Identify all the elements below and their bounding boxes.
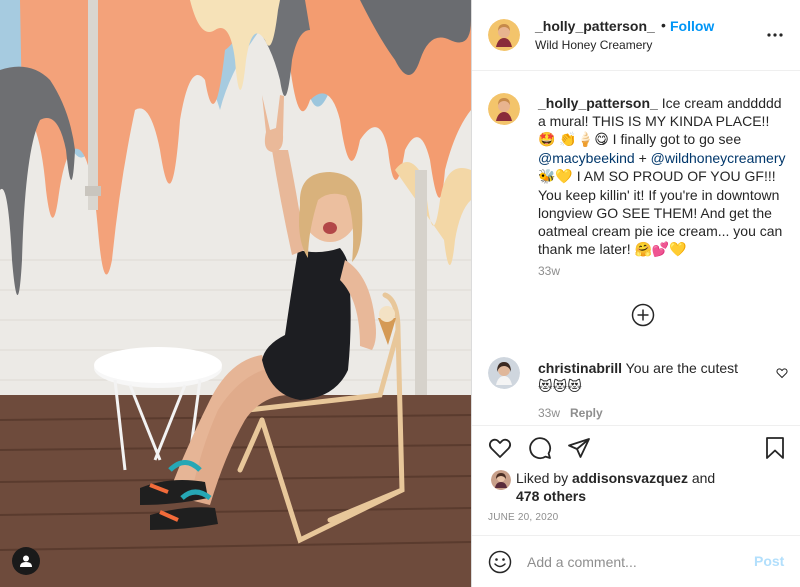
caption-emoji-2: 👏🍦😋 xyxy=(559,132,609,148)
caption-author-avatar[interactable] xyxy=(488,93,520,125)
emoji-picker-icon[interactable] xyxy=(488,550,512,574)
bookmark-icon[interactable] xyxy=(763,436,787,460)
load-more-comments-icon[interactable] xyxy=(631,303,655,327)
share-icon[interactable] xyxy=(567,436,591,460)
comment-body: christinabrill You are the cutest 😻😻😻 xyxy=(538,359,768,396)
author-username[interactable]: _holly_patterson_ xyxy=(535,18,655,34)
caption-timestamp[interactable]: 33w xyxy=(538,264,560,278)
comment-heart-icon[interactable] xyxy=(776,366,788,379)
add-comment-bar: Post xyxy=(472,535,800,587)
comment-input[interactable] xyxy=(527,550,747,574)
commenter-avatar[interactable] xyxy=(488,357,520,389)
liker-avatar[interactable] xyxy=(491,470,511,490)
comment-emojis: 😻😻😻 xyxy=(538,379,582,395)
post-caption: _holly_patterson_ Ice cream anddddd a mu… xyxy=(538,94,790,259)
header-separator: • xyxy=(661,17,666,33)
liked-by-user[interactable]: addisonsvazquez xyxy=(572,470,688,486)
caption-emoji-4: 🤗💕💛 xyxy=(634,242,687,258)
liked-by-and: and xyxy=(687,470,716,486)
likes-summary: Liked by addisonsvazquez and 478 others xyxy=(472,466,800,506)
tagged-users-icon[interactable] xyxy=(12,547,40,575)
heart-icon[interactable] xyxy=(488,436,512,460)
reply-button[interactable]: Reply xyxy=(570,406,603,420)
post-comment-button[interactable]: Post xyxy=(754,553,784,569)
liked-by-prefix: Liked by xyxy=(516,470,573,486)
caption-mention-macybeekind[interactable]: @macybeekind xyxy=(538,150,635,166)
post-header: _holly_patterson_ • Follow Wild Honey Cr… xyxy=(472,0,800,71)
caption-text-2: I finally got to go see xyxy=(608,131,742,147)
more-dots-icon[interactable] xyxy=(767,26,783,44)
post-location[interactable]: Wild Honey Creamery xyxy=(535,38,652,52)
caption-emoji-1: 🤩 xyxy=(538,132,556,148)
author-avatar[interactable] xyxy=(488,19,520,51)
action-bar xyxy=(472,425,800,470)
commenter-username[interactable]: christinabrill xyxy=(538,360,622,376)
caption-mention-wildhoneycreamery[interactable]: @wildhoneycreamery xyxy=(651,150,786,166)
liked-by-text: Liked by addisonsvazquez and 478 others xyxy=(516,469,715,505)
caption-text-3: + xyxy=(634,150,651,166)
caption-emoji-3: 🐝💛 xyxy=(538,169,573,185)
comment-icon[interactable] xyxy=(528,436,552,460)
comment-text: You are the cutest xyxy=(622,360,739,376)
comments-section: _holly_patterson_ Ice cream anddddd a mu… xyxy=(472,71,800,425)
follow-button[interactable]: Follow xyxy=(670,18,714,34)
photo-illustration xyxy=(0,0,471,587)
post-date[interactable]: JUNE 20, 2020 xyxy=(488,512,558,523)
comment-timestamp[interactable]: 33w xyxy=(538,406,560,420)
post-detail-panel: _holly_patterson_ • Follow Wild Honey Cr… xyxy=(471,0,800,587)
liked-by-others[interactable]: 478 others xyxy=(516,488,586,504)
caption-username[interactable]: _holly_patterson_ xyxy=(538,95,658,111)
post-photo[interactable] xyxy=(0,0,471,587)
comment-meta: 33w Reply xyxy=(538,406,603,420)
